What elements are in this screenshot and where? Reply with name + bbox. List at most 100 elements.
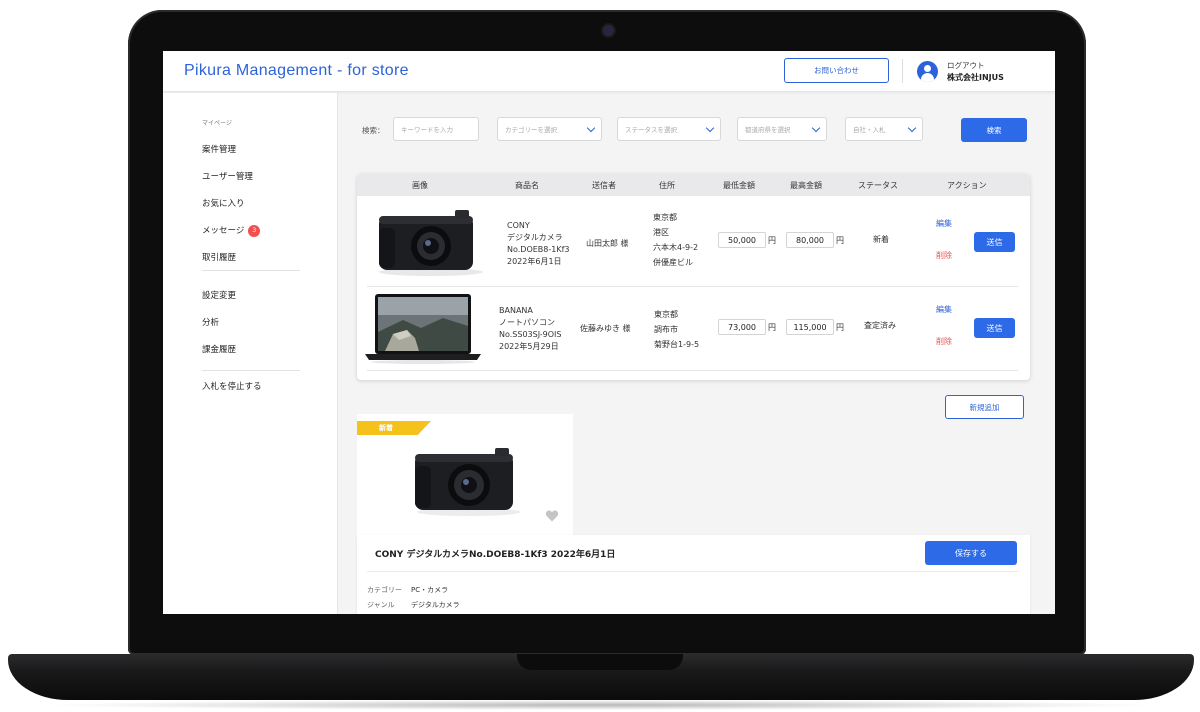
company-name: 株式会社INJUS: [947, 73, 1004, 82]
send-button[interactable]: 送信: [974, 232, 1015, 252]
sidebar-item-settings[interactable]: 設定変更: [202, 289, 236, 301]
address-line: 六本木4-9-2: [653, 243, 699, 252]
laptop-shadow: [40, 700, 1160, 710]
own-bid-select[interactable]: 自社・入札: [845, 117, 923, 141]
sender-name: 佐藤みゆき 様: [580, 324, 631, 333]
max-price-input[interactable]: 115,000: [786, 319, 834, 335]
address-line: 菊野台1-9-5: [654, 340, 700, 349]
min-price-input[interactable]: 73,000: [718, 319, 766, 335]
save-button[interactable]: 保存する: [925, 541, 1017, 565]
chevron-down-icon: [907, 123, 917, 133]
user-avatar-icon[interactable]: [917, 61, 938, 82]
max-price-input[interactable]: 80,000: [786, 232, 834, 248]
product-brand: BANANA: [499, 306, 533, 315]
new-ribbon-label: 新着: [379, 424, 393, 432]
product-number: No.DOEB8-1Kf3: [507, 245, 570, 254]
message-count-badge: 3: [248, 224, 261, 237]
sidebar-item-messages[interactable]: メッセージ 3: [202, 224, 261, 237]
attribute-value: PC・カメラ: [411, 586, 449, 594]
column-header-product: 商品名: [515, 181, 539, 190]
delete-link[interactable]: 削除: [936, 250, 952, 261]
address-line: 調布市: [654, 325, 678, 334]
address-line: 東京都: [654, 310, 678, 319]
sidebar-divider: [202, 270, 300, 271]
sidebar: マイページ 案件管理 ユーザー管理 お気に入り メッセージ 3 取引履歴 設定変更…: [163, 93, 338, 614]
sidebar-section-label: マイページ: [202, 120, 232, 127]
listings-table: 画像 商品名 送信者 住所 最低金額 最高金額 ステータス アクション CONY…: [357, 174, 1030, 380]
column-header-status: ステータス: [858, 181, 898, 190]
sidebar-item-projects[interactable]: 案件管理: [202, 143, 236, 155]
yen-unit: 円: [768, 236, 776, 245]
camera-product-image: [409, 440, 529, 520]
yen-unit: 円: [836, 236, 844, 245]
webcam-icon: [603, 25, 614, 36]
sidebar-divider: [202, 370, 300, 371]
column-header-image: 画像: [412, 181, 428, 190]
product-card[interactable]: 新着: [357, 414, 573, 538]
row-divider: [367, 370, 1018, 371]
send-button[interactable]: 送信: [974, 318, 1015, 338]
prefecture-select[interactable]: 都道府県を選択: [737, 117, 827, 141]
sender-name: 山田太郎 様: [586, 239, 629, 248]
column-header-action: アクション: [947, 181, 987, 190]
sidebar-item-users[interactable]: ユーザー管理: [202, 170, 253, 182]
category-select-label: カテゴリーを選択: [505, 126, 557, 134]
chevron-down-icon: [586, 123, 596, 133]
product-number: No.SS03SJ-9OIS: [499, 330, 562, 339]
product-brand: CONY: [507, 221, 530, 230]
laptop-product-image: [363, 292, 483, 364]
detail-title: CONY デジタルカメラNo.DOEB8-1Kf3 2022年6月1日: [375, 550, 616, 560]
edit-link[interactable]: 編集: [936, 218, 952, 229]
column-header-max-price: 最高金額: [790, 181, 822, 190]
attribute-key: ジャンル: [367, 601, 395, 609]
new-add-button[interactable]: 新規追加: [945, 395, 1024, 419]
status-select[interactable]: ステータスを選択: [617, 117, 721, 141]
logout-link[interactable]: ログアウト: [947, 60, 985, 71]
sidebar-item-billing[interactable]: 課金履歴: [202, 343, 236, 355]
sidebar-item-history[interactable]: 取引履歴: [202, 251, 236, 263]
address-line: 東京都: [653, 213, 677, 222]
product-type: デジタルカメラ: [507, 233, 563, 242]
app-title: Pikura Management - for store: [184, 62, 409, 79]
header-divider: [902, 59, 903, 83]
column-header-sender: 送信者: [592, 181, 616, 190]
column-header-address: 住所: [659, 181, 675, 190]
detail-divider: [367, 571, 1018, 572]
yen-unit: 円: [768, 323, 776, 332]
address-line: 港区: [653, 228, 669, 237]
min-price-input[interactable]: 50,000: [718, 232, 766, 248]
product-date: 2022年5月29日: [499, 342, 559, 351]
sidebar-item-stop-bidding[interactable]: 入札を停止する: [202, 380, 262, 392]
app-screen: Pikura Management - for store お問い合わせ ログア…: [163, 51, 1055, 614]
table-header: 画像 商品名 送信者 住所 最低金額 最高金額 ステータス アクション: [357, 174, 1030, 196]
heart-icon[interactable]: [545, 510, 559, 522]
product-type: ノートパソコン: [499, 318, 555, 327]
new-ribbon: 新着: [357, 421, 431, 435]
column-header-min-price: 最低金額: [723, 181, 755, 190]
attribute-value: デジタルカメラ: [411, 601, 460, 609]
edit-link[interactable]: 編集: [936, 304, 952, 315]
status-text: 査定済み: [864, 321, 896, 330]
keyword-input[interactable]: キーワードを入力: [393, 117, 479, 141]
contact-button[interactable]: お問い合わせ: [784, 58, 889, 83]
yen-unit: 円: [836, 323, 844, 332]
camera-product-image: [371, 204, 491, 280]
sidebar-item-analytics[interactable]: 分析: [202, 316, 219, 328]
sidebar-item-favorites[interactable]: お気に入り: [202, 197, 245, 209]
product-date: 2022年6月1日: [507, 257, 562, 266]
chevron-down-icon: [811, 123, 821, 133]
chevron-down-icon: [705, 123, 715, 133]
product-detail-panel: CONY デジタルカメラNo.DOEB8-1Kf3 2022年6月1日 保存する…: [357, 535, 1030, 614]
row-divider: [367, 286, 1018, 287]
address-line: 併優産ビル: [653, 258, 693, 267]
category-select[interactable]: カテゴリーを選択: [497, 117, 602, 141]
sidebar-item-messages-label: メッセージ: [202, 226, 245, 236]
own-bid-select-label: 自社・入札: [853, 126, 886, 134]
search-label: 検索：: [362, 126, 385, 135]
laptop-notch: [517, 654, 683, 670]
search-button[interactable]: 検索: [961, 118, 1027, 142]
status-text: 新着: [873, 235, 889, 244]
delete-link[interactable]: 削除: [936, 336, 952, 347]
prefecture-select-label: 都道府県を選択: [745, 126, 791, 134]
status-select-label: ステータスを選択: [625, 126, 677, 134]
